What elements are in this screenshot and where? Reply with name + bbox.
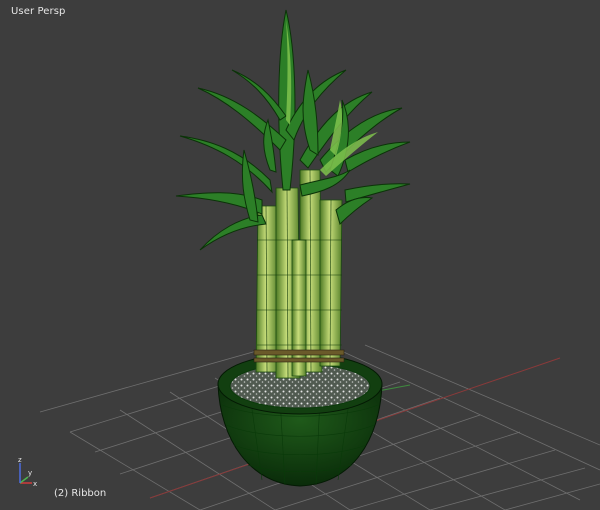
stalks-mesh	[255, 169, 343, 379]
active-object-label: (2) Ribbon	[54, 488, 107, 499]
gizmo-y-label: y	[28, 469, 32, 477]
gizmo-z-label: z	[18, 456, 22, 464]
3d-viewport[interactable]: User Persp x y z (2) Ribbon	[0, 0, 600, 510]
view-label: User Persp	[11, 6, 66, 17]
gizmo-x-label: x	[33, 480, 37, 488]
axis-gizmo: x y z	[18, 456, 37, 488]
gizmo-y-axis	[19, 476, 29, 484]
scene-canvas[interactable]	[0, 0, 600, 510]
